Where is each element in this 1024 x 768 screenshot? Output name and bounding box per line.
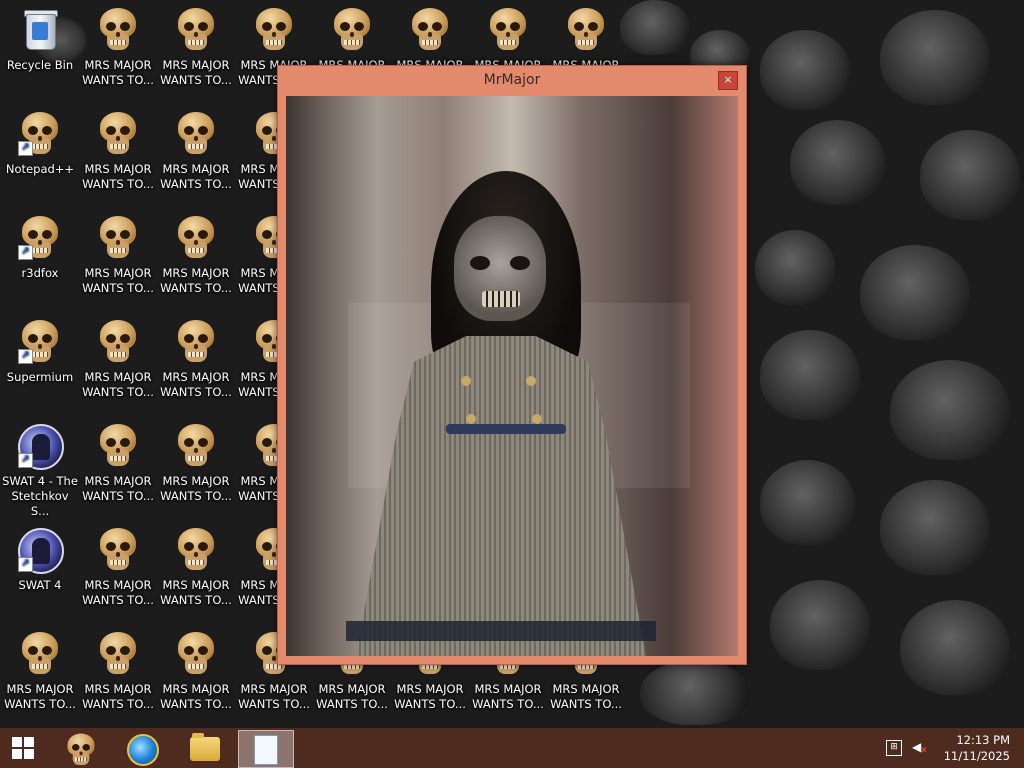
skull-icon bbox=[20, 632, 60, 676]
desktop-icon-label: MRS MAJOR WANTS TO... bbox=[82, 266, 154, 295]
desktop-icon-label: MRS MAJOR WANTS TO... bbox=[160, 370, 232, 399]
shortcut-arrow-icon: ↗ bbox=[18, 557, 33, 572]
desktop-icon-label: MRS MAJOR WANTS TO... bbox=[160, 162, 232, 191]
desktop-icon-mrs-major[interactable]: MRS MAJOR WANTS TO... bbox=[158, 2, 234, 102]
desktop-icon-label: Notepad++ bbox=[5, 162, 75, 176]
clock-time: 12:13 PM bbox=[956, 733, 1010, 747]
desktop-icon-mrs-major[interactable]: MRS MAJOR WANTS TO... bbox=[158, 522, 234, 622]
skull-icon bbox=[98, 632, 138, 676]
desktop-icon-label: MRS MAJOR WANTS TO... bbox=[4, 682, 76, 711]
skull-icon bbox=[332, 8, 372, 52]
skull-icon bbox=[176, 112, 216, 156]
skull-icon bbox=[176, 8, 216, 52]
desktop-icon-label: SWAT 4 - The Stetchkov S... bbox=[2, 474, 78, 518]
desktop-icon-label: MRS MAJOR WANTS TO... bbox=[550, 682, 622, 711]
desktop-icon-label: MRS MAJOR WANTS TO... bbox=[82, 58, 154, 87]
skull-icon bbox=[98, 320, 138, 364]
desktop-icon-supermium[interactable]: ↗ Supermium bbox=[2, 314, 78, 414]
desktop-icon-label: MRS MAJOR WANTS TO... bbox=[82, 578, 154, 607]
desktop-icon-label: Recycle Bin bbox=[6, 58, 74, 72]
shortcut-arrow-icon: ↗ bbox=[18, 141, 33, 156]
desktop-icon-mrs-major[interactable]: MRS MAJOR WANTS TO... bbox=[80, 210, 156, 310]
desktop-icon-label: MRS MAJOR WANTS TO... bbox=[160, 474, 232, 503]
skull-icon bbox=[176, 424, 216, 468]
skull-icon bbox=[176, 216, 216, 260]
window-titlebar[interactable]: MrMajor × bbox=[278, 66, 746, 94]
folder-icon bbox=[190, 733, 220, 761]
taskbar-app-mrmajor[interactable] bbox=[54, 730, 108, 766]
shortcut-arrow-icon: ↗ bbox=[18, 453, 33, 468]
mrmajor-window[interactable]: MrMajor × bbox=[277, 65, 747, 665]
recycle-bin-icon bbox=[24, 8, 58, 50]
desktop-icon-mrs-major[interactable]: MRS MAJOR WANTS TO... bbox=[2, 626, 78, 726]
network-icon[interactable]: ⊞ bbox=[886, 740, 902, 756]
skull-icon bbox=[410, 8, 450, 52]
skull-icon bbox=[566, 8, 606, 52]
desktop-icon-label: MRS MAJOR WANTS TO... bbox=[238, 682, 310, 711]
desktop-icon-label: MRS MAJOR WANTS TO... bbox=[82, 162, 154, 191]
taskbar-app-internet-explorer[interactable] bbox=[116, 730, 170, 766]
skull-icon bbox=[488, 8, 528, 52]
shortcut-arrow-icon: ↗ bbox=[18, 245, 33, 260]
clock-date: 11/11/2025 bbox=[943, 749, 1010, 763]
doll-image bbox=[286, 96, 738, 656]
clock[interactable]: 12:13 PM 11/11/2025 bbox=[944, 732, 1010, 764]
desktop-icon-swat4[interactable]: ↗ SWAT 4 bbox=[2, 522, 78, 622]
desktop-icon-mrs-major[interactable]: MRS MAJOR WANTS TO... bbox=[80, 2, 156, 102]
desktop-icon-r3dfox[interactable]: ↗ r3dfox bbox=[2, 210, 78, 310]
desktop-icon-mrs-major[interactable]: MRS MAJOR WANTS TO... bbox=[80, 314, 156, 414]
skull-icon bbox=[98, 528, 138, 572]
volume-muted-icon: ✕ bbox=[920, 746, 928, 756]
desktop-icon-mrs-major[interactable]: MRS MAJOR WANTS TO... bbox=[158, 210, 234, 310]
taskbar: ⊞ ◀ ✕ 12:13 PM 11/11/2025 bbox=[0, 728, 1024, 768]
desktop-icon-label: MRS MAJOR WANTS TO... bbox=[316, 682, 388, 711]
skull-icon bbox=[66, 733, 96, 767]
taskbar-app-document[interactable] bbox=[238, 730, 294, 768]
desktop-icon-mrs-major[interactable]: MRS MAJOR WANTS TO... bbox=[80, 418, 156, 518]
desktop-icon-notepadpp[interactable]: ↗ Notepad++ bbox=[2, 106, 78, 206]
desktop-icon-mrs-major[interactable]: MRS MAJOR WANTS TO... bbox=[80, 522, 156, 622]
skull-icon bbox=[98, 8, 138, 52]
close-button[interactable]: × bbox=[718, 71, 738, 90]
skull-icon bbox=[98, 424, 138, 468]
skull-icon bbox=[176, 320, 216, 364]
window-title: MrMajor bbox=[483, 72, 541, 88]
desktop-icon-swat4-stetchkov[interactable]: ↗ SWAT 4 - The Stetchkov S... bbox=[2, 418, 78, 518]
shortcut-arrow-icon: ↗ bbox=[18, 349, 33, 364]
start-button[interactable] bbox=[0, 728, 48, 768]
desktop-icon-label: MRS MAJOR WANTS TO... bbox=[82, 474, 154, 503]
desktop-icon-label: r3dfox bbox=[21, 266, 59, 280]
system-tray: ⊞ ◀ ✕ 12:13 PM 11/11/2025 bbox=[884, 728, 1024, 768]
skull-icon bbox=[98, 216, 138, 260]
desktop-icon-label: MRS MAJOR WANTS TO... bbox=[160, 266, 232, 295]
desktop-icon-label: Supermium bbox=[6, 370, 74, 384]
desktop-icon-mrs-major[interactable]: MRS MAJOR WANTS TO... bbox=[80, 626, 156, 726]
taskbar-app-file-explorer[interactable] bbox=[178, 730, 232, 766]
desktop-icon-mrs-major[interactable]: MRS MAJOR WANTS TO... bbox=[158, 626, 234, 726]
desktop-icon-label: MRS MAJOR WANTS TO... bbox=[160, 578, 232, 607]
windows-logo-icon bbox=[12, 737, 34, 759]
desktop-icon-label: MRS MAJOR WANTS TO... bbox=[160, 682, 232, 711]
skull-icon bbox=[254, 8, 294, 52]
skull-icon bbox=[98, 112, 138, 156]
desktop-icon-mrs-major[interactable]: MRS MAJOR WANTS TO... bbox=[158, 106, 234, 206]
skull-icon bbox=[176, 632, 216, 676]
desktop-icon-label: MRS MAJOR WANTS TO... bbox=[82, 682, 154, 711]
desktop-icon-label: MRS MAJOR WANTS TO... bbox=[472, 682, 544, 711]
desktop-icon-label: MRS MAJOR WANTS TO... bbox=[82, 370, 154, 399]
desktop-icon-recycle-bin[interactable]: Recycle Bin bbox=[2, 2, 78, 102]
skull-icon bbox=[176, 528, 216, 572]
desktop-icon-label: MRS MAJOR WANTS TO... bbox=[160, 58, 232, 87]
desktop-icon-label: SWAT 4 bbox=[18, 578, 62, 592]
desktop-icon-mrs-major[interactable]: MRS MAJOR WANTS TO... bbox=[80, 106, 156, 206]
internet-explorer-icon bbox=[127, 734, 159, 766]
desktop-icon-mrs-major[interactable]: MRS MAJOR WANTS TO... bbox=[158, 418, 234, 518]
document-icon bbox=[254, 735, 278, 765]
desktop-icon-mrs-major[interactable]: MRS MAJOR WANTS TO... bbox=[158, 314, 234, 414]
desktop-icon-label: MRS MAJOR WANTS TO... bbox=[394, 682, 466, 711]
